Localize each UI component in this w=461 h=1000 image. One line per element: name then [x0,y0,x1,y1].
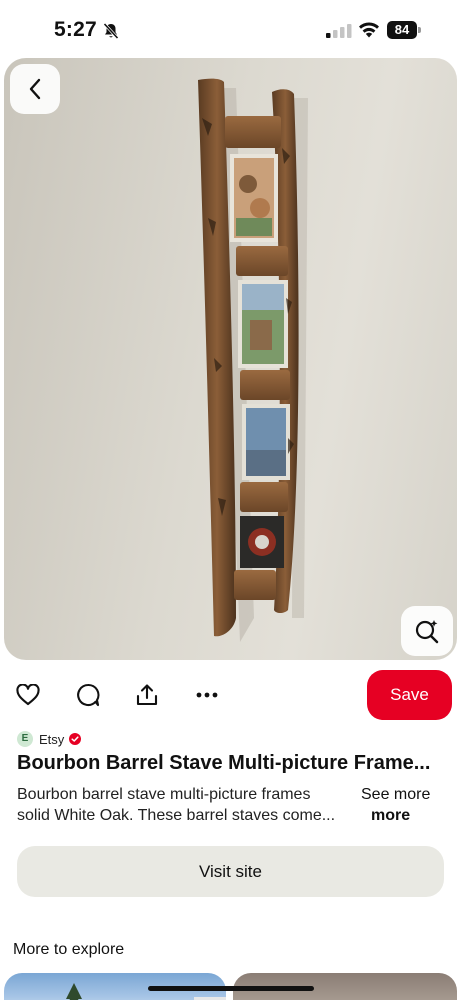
see-more-link[interactable]: See more [361,784,430,805]
share-button[interactable] [134,682,160,708]
description-line-1: Bourbon barrel stave multi-picture frame… [17,786,311,803]
status-bar: 5:27 84 [0,0,461,56]
pin-description: Bourbon barrel stave multi-picture frame… [17,784,357,826]
source-avatar: E [17,731,33,747]
wifi-icon [359,22,379,38]
source-name[interactable]: Etsy [39,732,64,747]
battery-icon: 84 [387,21,421,39]
share-icon [136,684,158,706]
like-button[interactable] [15,682,41,708]
description-line-2: solid White Oak. These barrel staves com… [17,807,336,824]
heart-icon [16,684,40,706]
verified-badge-icon [69,733,82,745]
more-options-button[interactable] [194,682,220,708]
pin-title: Bourbon Barrel Stave Multi-picture Frame… [17,752,431,774]
comment-button[interactable] [75,682,101,708]
more-to-explore-heading: More to explore [13,941,125,958]
signal-icon [326,24,352,38]
more-icon [196,692,218,698]
home-indicator[interactable] [148,986,314,991]
barrel-stave-frame-image [198,78,308,642]
status-time: 5:27 [54,18,97,41]
battery-cap [418,27,421,33]
chevron-left-icon [29,78,41,100]
more-link[interactable]: more [371,805,410,826]
back-button[interactable] [10,64,60,114]
pin-source[interactable]: E Etsy [17,730,82,748]
pin-image[interactable] [4,58,457,660]
visit-site-button[interactable]: Visit site [17,846,444,897]
visual-search-button[interactable] [401,606,453,656]
bell-off-icon [103,22,119,40]
save-button[interactable]: Save [367,670,452,720]
comment-icon [77,683,100,707]
pin-actions: Save [0,668,461,722]
battery-level: 84 [387,21,417,39]
lens-search-icon [415,620,439,644]
